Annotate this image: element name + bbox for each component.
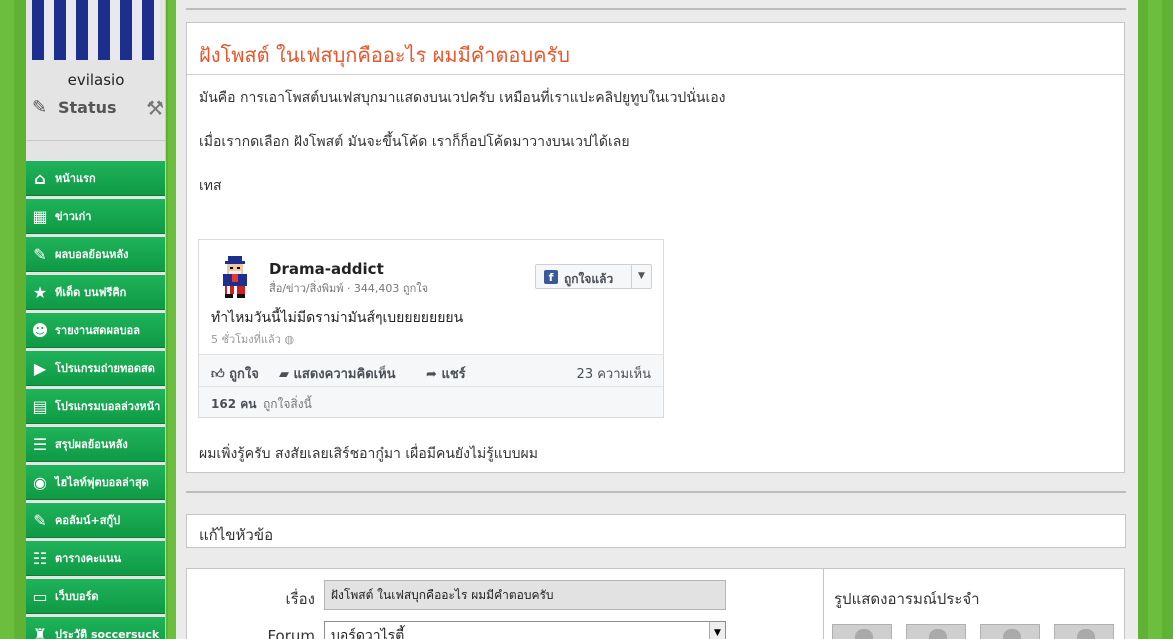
sidebar-menu-item[interactable]: ✎ คอลัมน์+สกู๊ป [26,503,165,538]
notes-icon: ✎ [33,510,47,530]
sidebar-menu-label: รายงานสดผลบอล [55,324,140,337]
username[interactable]: evilasio [26,71,166,89]
notepad-icon: ✎ [33,244,47,264]
reporter-icon: ☻ [31,320,49,340]
time-text[interactable]: 5 ชั่วโมงที่แล้ว [211,333,281,346]
home-icon: ⌂ [34,168,46,188]
post-paragraph: ผมเพิ่งรู้ครับ สงสัยเลยเสิร์ชอากู๋มา เผื… [199,446,538,462]
sidebar-menu-label: เว็บบอร์ด [55,590,99,603]
divider [187,74,1124,75]
subject-input[interactable] [324,580,726,610]
monitor-icon: ▭ [32,586,48,606]
divider [186,8,1126,10]
share-icon: ➦ [426,367,437,382]
like-action[interactable]: 👍︎ ถูกใจ [211,363,259,384]
thumbs-up-icon: 👍︎ [211,367,225,382]
share-label: แชร์ [441,367,466,382]
sidebar-divider [26,140,166,141]
likes-text: ถูกใจสิ่งนี้ [263,397,312,411]
post-title: ฝังโพสต์ ในเฟสบุกคืออะไร ผมมีคำตอบครับ [199,43,570,67]
status-label[interactable]: Status [58,98,117,117]
emoticon-option[interactable] [980,624,1040,639]
sidebar-menu-label: สรุปผลย้อนหลัง [55,438,128,451]
sidebar-menu: ⌂ หน้าแรก ▦ ข่าวเก่า ✎ ผลบอลย้อนหลัง ★ ทีเด็ด บ… [26,161,165,639]
sidebar-menu-item[interactable]: ★ ทีเด็ด บนฟรีคิก [26,275,165,310]
edit-form: เรื่อง Forum บอร์ดวาไรตี้ ▼ [186,568,824,639]
page-avatar-icon[interactable] [212,254,258,300]
liked-button[interactable]: f ถูกใจแล้ว ▼ [535,264,652,289]
sidebar-menu-label: หน้าแรก [55,172,96,185]
main-content: ฝังโพสต์ ในเฟสบุกคืออะไร ผมมีคำตอบครับ ม… [176,0,1138,639]
post-paragraph: มันคือ การเอาโพสต์บนเฟสบุกมาแสดงบนเวปครั… [199,90,726,106]
emoticon-option[interactable] [906,624,966,639]
sidebar-menu-label: คอลัมน์+สกู๊ป [55,514,121,527]
tools-icon[interactable]: ⚒ [146,96,164,120]
calendar-icon: ▤ [32,396,48,416]
forum-label: Forum [267,627,315,639]
comment-count[interactable]: 23 ความเห็น [577,363,651,384]
sidebar-menu-label: ตารางคะแนน [55,552,122,565]
post-actions: 👍︎ ถูกใจ ▰ แสดงความคิดเห็น ➦ แชร์ 23 ควา… [199,354,663,386]
emoticon-option[interactable] [832,624,892,639]
post-box: ฝังโพสต์ ในเฟสบุกคืออะไร ผมมีคำตอบครับ ม… [186,22,1125,473]
scoreboard-icon: ☷ [32,548,48,568]
globe-icon: ◍ [284,333,295,346]
share-action[interactable]: ➦ แชร์ [426,363,466,384]
sidebar-menu-item[interactable]: ☻ รายงานสดผลบอล [26,313,165,348]
star-icon: ★ [32,282,48,302]
divider [186,491,1126,493]
sidebar-menu-label: ประวัติ soccersuck [55,628,160,639]
emoticon-option[interactable] [1054,624,1114,639]
chevron-down-icon[interactable]: ▼ [631,265,651,288]
sidebar-menu-label: ข่าวเก่า [55,210,92,223]
sidebar-menu-item[interactable]: ▦ ข่าวเก่า [26,199,165,234]
table-icon: ▦ [32,206,48,226]
satellite-icon: ◉ [33,472,47,492]
emoticon-title: รูปแสดงอารมณ์ประจำ [834,590,980,608]
edit-topic-title: แก้ไขหัวข้อ [199,526,274,544]
liked-label: ถูกใจแล้ว [564,272,614,286]
sidebar-menu-item[interactable]: ⌂ หน้าแรก [26,161,165,196]
likes-count[interactable]: 162 คน [211,395,256,414]
page-category: สื่อ/ข่าว/สิ่งพิมพ์ · 344,403 ถูกใจ [269,282,429,295]
history-icon: ♜ [32,624,48,639]
chevron-down-icon[interactable]: ▼ [709,622,725,639]
like-label: ถูกใจ [229,367,259,382]
sidebar-menu-item[interactable]: ▭ เว็บบอร์ด [26,579,165,614]
facebook-icon: f [544,270,558,284]
sidebar-menu-item[interactable]: ▶ โปรแกรมถ่ายทอดสด [26,351,165,386]
comment-icon: ▰ [279,367,289,382]
facebook-embedded-post: Drama-addict สื่อ/ข่าว/สิ่งพิมพ์ · 344,4… [198,239,664,418]
forum-selected-value: บอร์ดวาไรตี้ [331,628,405,639]
likes-summary: 162 คน ถูกใจสิ่งนี้ [199,386,663,417]
sidebar-menu-item[interactable]: ♜ ประวัติ soccersuck [26,617,165,639]
sidebar: evilasio ✎ Status ⚒ ⌂ หน้าแรก ▦ ข่าวเก่า ✎ ผล… [26,0,166,639]
sidebar-menu-item[interactable]: ☰ สรุปผลย้อนหลัง [26,427,165,462]
edit-topic-header: แก้ไขหัวข้อ [186,514,1126,548]
avatar[interactable] [32,0,160,60]
video-camera-icon: ▶ [33,358,47,378]
emoticon-panel: รูปแสดงอารมณ์ประจำ [823,568,1125,639]
comment-label: แสดงความคิดเห็น [293,367,396,382]
sidebar-menu-item[interactable]: ◉ ไฮไลท์ฟุตบอลล่าสุด [26,465,165,500]
sidebar-menu-item[interactable]: ☷ ตารางคะแนน [26,541,165,576]
post-paragraph: เทส [199,178,222,194]
sidebar-menu-item[interactable]: ✎ ผลบอลย้อนหลัง [26,237,165,272]
subject-label: เรื่อง [285,590,315,608]
post-paragraph: เมื่อเรากดเลือก ฝังโพสต์ มันจะขึ้นโค้ด เ… [199,134,630,150]
forum-select[interactable]: บอร์ดวาไรตี้ ▼ [324,621,726,639]
sidebar-menu-label: ผลบอลย้อนหลัง [55,248,129,261]
list-icon: ☰ [32,434,48,454]
post-message: ทำไหมวันนี้ไม่มีดราม่ามันส์ๆเบยยยยยยยน [211,310,464,326]
sidebar-menu-label: ทีเด็ด บนฟรีคิก [55,286,127,299]
sidebar-menu-label: ไฮไลท์ฟุตบอลล่าสุด [55,476,149,489]
status-row[interactable]: ✎ Status ⚒ [32,96,166,120]
sidebar-menu-label: โปรแกรมถ่ายทอดสด [55,362,155,375]
edit-icon[interactable]: ✎ [32,97,47,118]
sidebar-menu-item[interactable]: ▤ โปรแกรมบอลล่วงหน้า [26,389,165,424]
post-time[interactable]: 5 ชั่วโมงที่แล้ว ◍ [211,330,294,348]
sidebar-menu-label: โปรแกรมบอลล่วงหน้า [55,400,161,413]
comment-action[interactable]: ▰ แสดงความคิดเห็น [279,363,396,384]
page-name[interactable]: Drama-addict [269,260,384,278]
